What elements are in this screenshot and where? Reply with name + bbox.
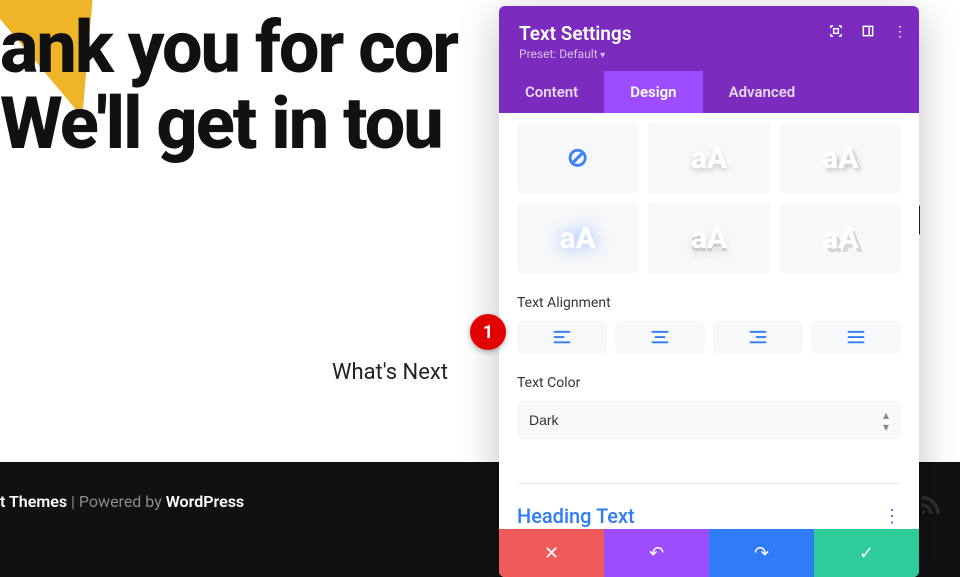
redo-icon: ↷ bbox=[754, 543, 769, 564]
hero-line-2: We'll get in tou bbox=[0, 86, 560, 162]
snap-icon[interactable] bbox=[861, 24, 875, 42]
aa-sample: aA bbox=[691, 221, 727, 256]
shadow-preset-5[interactable]: aA bbox=[780, 203, 901, 273]
undo-icon: ↶ bbox=[649, 543, 664, 564]
footer-powered-by: | Powered by bbox=[67, 492, 166, 511]
shadow-preset-2[interactable]: aA bbox=[780, 123, 901, 193]
tab-advanced[interactable]: Advanced bbox=[703, 71, 822, 113]
hero-text: ank you for cor We'll get in tou bbox=[0, 10, 560, 161]
text-color-select-wrap: Dark ▴▾ bbox=[517, 401, 901, 439]
aa-sample: aA bbox=[691, 141, 727, 176]
align-left-icon bbox=[553, 330, 571, 344]
rss-icon[interactable] bbox=[918, 492, 940, 520]
more-icon[interactable]: ⋮ bbox=[893, 24, 907, 42]
panel-tabs: Content Design Advanced bbox=[499, 71, 919, 113]
align-justify-icon bbox=[847, 330, 865, 344]
tab-design[interactable]: Design bbox=[604, 71, 702, 113]
panel-body: ⊘ aA aA aA aA aA Text Alignment bbox=[499, 113, 919, 529]
heading-text-more-icon[interactable]: ⋮ bbox=[883, 506, 901, 527]
close-icon: ✕ bbox=[544, 543, 559, 564]
shadow-preset-3[interactable]: aA bbox=[517, 203, 638, 273]
text-alignment-options bbox=[517, 321, 901, 353]
aa-sample: aA bbox=[822, 141, 858, 176]
tab-content[interactable]: Content bbox=[499, 71, 604, 113]
shadow-preset-1[interactable]: aA bbox=[648, 123, 769, 193]
text-settings-panel: Text Settings Preset: Default ⋮ Content … bbox=[499, 6, 919, 577]
panel-action-bar: ✕ ↶ ↷ ✓ bbox=[499, 529, 919, 577]
footer-credit: t Themes | Powered by WordPress bbox=[0, 492, 244, 511]
align-center-button[interactable] bbox=[615, 321, 705, 353]
shadow-preset-4[interactable]: aA bbox=[648, 203, 769, 273]
text-alignment-label: Text Alignment bbox=[517, 295, 901, 311]
footer-themes: t Themes bbox=[0, 492, 67, 511]
aa-sample: aA bbox=[560, 221, 596, 256]
select-chevron-icon: ▴▾ bbox=[883, 409, 889, 433]
discard-button[interactable]: ✕ bbox=[499, 529, 604, 577]
no-shadow-icon: ⊘ bbox=[567, 143, 589, 173]
align-right-icon bbox=[749, 330, 767, 344]
align-left-button[interactable] bbox=[517, 321, 607, 353]
heading-text-label: Heading Text bbox=[517, 504, 635, 528]
heading-text-section[interactable]: Heading Text ⋮ bbox=[517, 483, 901, 528]
shadow-none[interactable]: ⊘ bbox=[517, 123, 638, 193]
aa-sample: aA bbox=[822, 221, 858, 256]
text-color-select[interactable]: Dark bbox=[517, 401, 901, 439]
redo-button[interactable]: ↷ bbox=[709, 529, 814, 577]
undo-button[interactable]: ↶ bbox=[604, 529, 709, 577]
annotation-callout-1: 1 bbox=[470, 314, 506, 350]
text-shadow-presets: ⊘ aA aA aA aA aA bbox=[517, 123, 901, 273]
align-justify-button[interactable] bbox=[811, 321, 901, 353]
preset-dropdown[interactable]: Preset: Default bbox=[519, 47, 899, 61]
align-right-button[interactable] bbox=[713, 321, 803, 353]
expand-icon[interactable] bbox=[829, 24, 843, 42]
text-color-label: Text Color bbox=[517, 375, 901, 391]
align-center-icon bbox=[651, 330, 669, 344]
check-icon: ✓ bbox=[859, 543, 874, 564]
footer-wordpress: WordPress bbox=[166, 492, 244, 511]
hero-line-1: ank you for cor bbox=[0, 10, 560, 86]
confirm-button[interactable]: ✓ bbox=[814, 529, 919, 577]
panel-header: Text Settings Preset: Default ⋮ bbox=[499, 6, 919, 71]
